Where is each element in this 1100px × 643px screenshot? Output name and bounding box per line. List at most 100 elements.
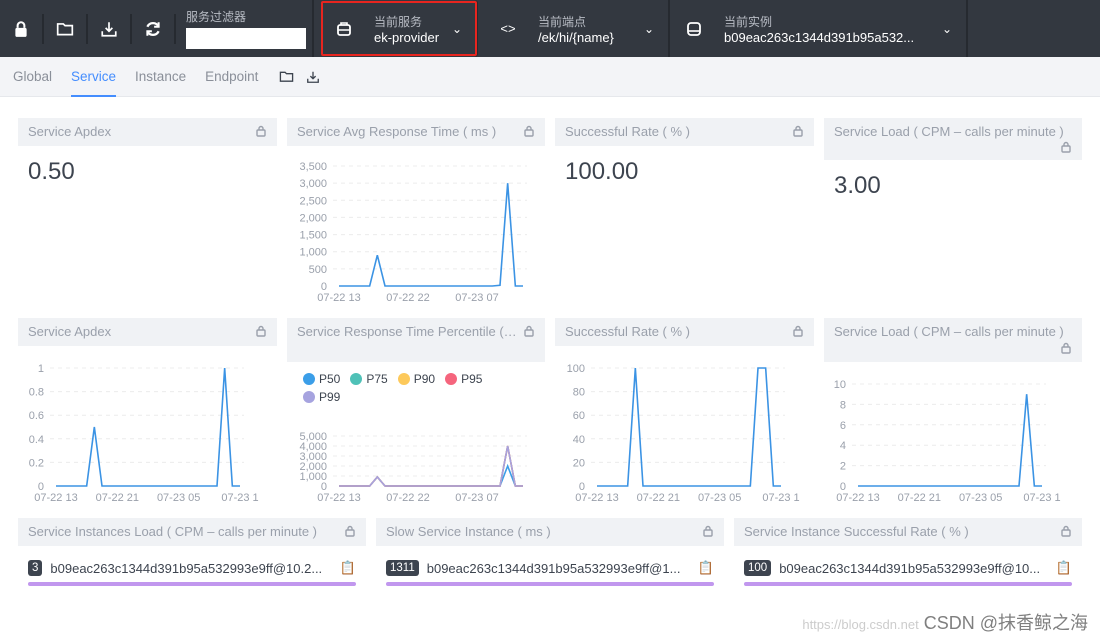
refresh-button[interactable]	[132, 13, 176, 44]
list-item[interactable]: 100 b09eac263c1344d391b95a532993e9ff@10..…	[734, 560, 1082, 576]
x-tick-label: 07-23 1	[1023, 492, 1060, 504]
instance-name: b09eac263c1344d391b95a532993e9ff@10.2...	[50, 560, 323, 576]
list-item[interactable]: 1311 b09eac263c1344d391b95a532993e9ff@1..…	[376, 560, 724, 576]
refresh-icon	[146, 21, 160, 36]
download-button[interactable]	[88, 13, 132, 44]
y-tick-label: 1	[38, 363, 44, 375]
card-service-avg-response-time: Service Avg Response Time ( ms ) 0 500 1,0…	[287, 118, 545, 304]
current-endpoint-label: 当前端点	[538, 14, 587, 29]
lock-icon[interactable]	[792, 325, 804, 337]
y-tick-label: 4	[840, 440, 846, 452]
x-tick-label: 07-23 05	[157, 492, 200, 504]
y-tick-label: 0.4	[29, 434, 44, 446]
card-successful-rate: Successful Rate ( % ) 100.00	[555, 118, 814, 198]
current-service-select[interactable]: 当前服务 ek-provider ⌄	[320, 0, 478, 57]
card-successful-rate-chart: Successful Rate ( % ) 0 20 40 60 80 100 07-22 …	[555, 318, 814, 508]
folder-icon[interactable]	[279, 69, 294, 84]
service-icon	[334, 21, 354, 37]
service-filter: 服务过滤器	[176, 0, 314, 57]
y-tick-label: 8	[840, 399, 846, 411]
lock-icon	[15, 20, 27, 37]
card-response-time-percentile: Service Response Time Percentile ( ms ) …	[287, 318, 545, 508]
x-tick-label: 07-22 22	[386, 292, 429, 304]
current-endpoint-select[interactable]: <> 当前端点/ek/hi/{name} ⌄	[484, 0, 670, 57]
list-item[interactable]: 3 b09eac263c1344d391b95a532993e9ff@10.2..…	[18, 560, 366, 576]
current-instance-label: 当前实例	[724, 14, 773, 29]
card-title: Service Avg Response Time ( ms )	[297, 124, 497, 139]
top-bar: 服务过滤器 当前服务 ek-provider ⌄ <> 当前端点/ek/hi/{n…	[0, 0, 1100, 57]
card-title: Service Apdex	[28, 124, 112, 139]
current-service-value: ek-provider	[374, 29, 440, 45]
lock-icon[interactable]	[1060, 342, 1072, 354]
lock-button[interactable]	[0, 13, 44, 44]
series-line	[56, 367, 240, 487]
y-tick-label: 60	[573, 410, 585, 422]
card-instance-successful-rate: Service Instance Successful Rate ( % ) 1…	[734, 518, 1082, 586]
tab-global[interactable]: Global	[13, 57, 52, 97]
lock-icon[interactable]	[792, 125, 804, 137]
y-tick-label: 2,000	[299, 212, 327, 224]
chevron-down-icon: ⌄	[941, 21, 952, 36]
y-tick-label: 2,500	[299, 195, 327, 207]
current-service-label: 当前服务	[374, 14, 423, 29]
lock-icon[interactable]	[702, 525, 714, 537]
card-title: Slow Service Instance ( ms )	[386, 524, 551, 539]
x-tick-label: 07-23 1	[762, 492, 799, 504]
avg-response-time-chart: 05001,0001,5002,0002,5003,0003,50007-22 …	[299, 161, 527, 304]
card-service-apdex-chart: Service Apdex 0 0.2 0.4 0.6 0.8 1 07-22 13 07-2…	[18, 318, 277, 508]
tab-instance[interactable]: Instance	[135, 57, 186, 97]
card-instances-load: Service Instances Load ( CPM – calls per…	[18, 518, 366, 586]
lock-icon[interactable]	[523, 125, 535, 137]
copy-icon[interactable]: 📋	[698, 560, 714, 576]
tab-service[interactable]: Service	[71, 57, 117, 97]
progress-bar	[744, 582, 1072, 586]
service-filter-input[interactable]	[186, 28, 306, 49]
progress-bar	[28, 582, 356, 586]
lock-icon[interactable]	[344, 525, 356, 537]
instance-name: b09eac263c1344d391b95a532993e9ff@1...	[426, 560, 681, 576]
card-title: Service Response Time Percentile ( ms )	[297, 324, 517, 339]
current-endpoint-value: /ek/hi/{name}	[538, 29, 614, 45]
lock-icon[interactable]	[523, 325, 535, 337]
card-title: Successful Rate ( % )	[565, 324, 690, 339]
chevron-down-icon: ⌄	[643, 21, 654, 36]
current-instance-value: b09eac263c1344d391b95a532...	[724, 29, 915, 45]
x-tick-label: 07-23 07	[455, 292, 498, 304]
x-tick-label: 07-23 07	[455, 492, 498, 504]
copy-icon[interactable]: 📋	[1056, 560, 1072, 576]
series-line	[858, 394, 1042, 487]
x-tick-label: 07-22 21	[637, 492, 680, 504]
lock-icon[interactable]	[255, 325, 267, 337]
instance-icon	[684, 21, 704, 37]
y-tick-label: 80	[573, 387, 585, 399]
value-badge: 100	[744, 560, 772, 576]
x-tick-label: 07-22 13	[317, 292, 360, 304]
y-tick-label: 20	[573, 457, 585, 469]
y-tick-label: 6	[840, 420, 846, 432]
card-service-load-chart: Service Load ( CPM – calls per minute ) …	[824, 318, 1082, 508]
card-title: Successful Rate ( % )	[565, 124, 690, 139]
lock-icon[interactable]	[1060, 141, 1072, 153]
card-title: Service Instances Load ( CPM – calls per…	[28, 524, 318, 539]
tab-endpoint[interactable]: Endpoint	[205, 57, 258, 97]
x-tick-label: 07-22 13	[34, 492, 77, 504]
folder-button[interactable]	[44, 13, 88, 44]
y-tick-label: 0.2	[29, 457, 44, 469]
x-tick-label: 07-22 21	[96, 492, 139, 504]
dashboard-tabs: Global Service Instance Endpoint	[0, 57, 1100, 97]
y-tick-label: 0.8	[29, 387, 44, 399]
successful-rate-value: 100.00	[565, 158, 639, 185]
download-icon	[101, 21, 117, 37]
y-tick-label: 5,000	[299, 431, 327, 443]
service-load-chart: 024681007-22 13 07-22 21 07-23 05 07-23 1	[834, 379, 1061, 504]
current-instance-select[interactable]: 当前实例 b09eac263c1344d391b95a532... ⌄	[670, 0, 968, 57]
lock-icon[interactable]	[1060, 525, 1072, 537]
download-icon[interactable]	[306, 70, 320, 84]
y-tick-label: 1,500	[299, 230, 327, 242]
lock-icon[interactable]	[255, 125, 267, 137]
watermark: https://blog.csdn.net CSDN @抹香鲸之海	[802, 613, 1088, 633]
apdex-value: 0.50	[28, 158, 75, 185]
instance-name: b09eac263c1344d391b95a532993e9ff@10...	[779, 560, 1041, 576]
card-title: Service Instance Successful Rate ( % )	[744, 524, 969, 539]
copy-icon[interactable]: 📋	[340, 560, 356, 576]
